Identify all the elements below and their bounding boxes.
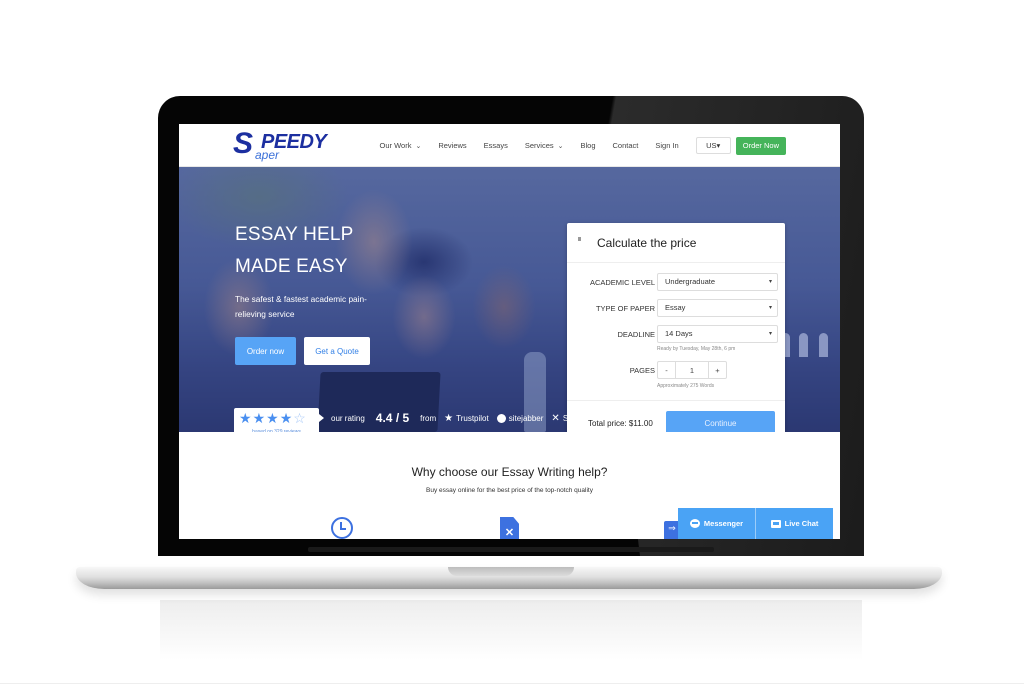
nav-label: Reviews — [438, 141, 467, 150]
chat-widget: Messenger Live Chat — [678, 508, 833, 539]
nav-blog[interactable]: Blog — [581, 141, 596, 150]
chat-bubble-icon — [770, 519, 781, 528]
chevron-down-icon: ⌄ — [557, 142, 564, 150]
pages-decrement-button[interactable]: - — [658, 362, 675, 378]
nav-label: Services — [524, 141, 554, 150]
caret-down-icon: ▾ — [768, 331, 772, 337]
speedypaper-logo[interactable]: S PEEDY aper — [233, 127, 327, 163]
pages-increment-button[interactable]: + — [709, 362, 726, 378]
rating-card[interactable]: ★ ★ ★ ★ ☆ based on 329 reviews — [234, 408, 319, 432]
type-of-paper-select[interactable]: Essay ▾ — [657, 299, 778, 317]
half-star-icon: ☆ — [293, 410, 306, 426]
hero-title-line2: MADE EASY — [235, 256, 348, 277]
pages-hint: Approximately 275 Words — [657, 383, 715, 389]
academic-level-label: ACADEMIC LEVEL — [589, 278, 655, 287]
nav-contact[interactable]: Contact — [613, 141, 639, 150]
why-section-subtitle: Buy essay online for the best price of t… — [426, 487, 593, 494]
caret-down-icon: ▾ — [768, 279, 772, 285]
divider — [0, 683, 1024, 684]
academic-level-select[interactable]: Undergraduate ▾ — [657, 273, 778, 291]
deadline-label: DEADLINE — [617, 330, 655, 339]
nav-services[interactable]: Services ⌄ — [525, 141, 564, 150]
order-now-button[interactable]: Order Now — [735, 136, 786, 155]
calculator-footer: Total price: $11.00 Continue — [567, 400, 785, 432]
clock-icon — [331, 517, 353, 539]
logo-paper: aper — [255, 148, 280, 162]
nav-label: Essays — [483, 141, 508, 150]
total-price: Total price: $11.00 — [588, 419, 653, 428]
price-calculator: Calculate the price ACADEMIC LEVEL Under… — [567, 223, 785, 432]
nav-label: Our Work — [379, 141, 412, 150]
star-icon: ★ — [239, 410, 252, 426]
deadline-select[interactable]: 14 Days ▾ — [657, 325, 778, 343]
laptop-notch — [448, 567, 574, 576]
live-chat-label: Live Chat — [784, 519, 819, 528]
type-of-paper-row: TYPE OF PAPER Essay ▾ — [567, 299, 785, 317]
source-trustpilot[interactable]: ★ Trustpilot — [444, 413, 489, 424]
deadline-row: DEADLINE 14 Days ▾ — [567, 325, 785, 343]
star-icon: ★ — [279, 410, 293, 426]
continue-button[interactable]: Continue — [666, 411, 775, 432]
get-quote-button[interactable]: Get a Quote — [304, 337, 370, 365]
order-now-hero-button[interactable]: Order now — [235, 337, 296, 365]
laptop-mockup: S PEEDY aper Our Work ⌄ Reviews Essays S… — [0, 0, 1024, 688]
select-value: 14 Days — [665, 329, 693, 338]
live-chat-button[interactable]: Live Chat — [755, 508, 833, 539]
star-icon: ★ — [444, 412, 454, 424]
source-sitejabber[interactable]: sitejabber — [496, 413, 544, 423]
laptop-reflection — [160, 600, 862, 660]
select-value: Essay — [665, 303, 686, 312]
nav-sign-in[interactable]: Sign In — [655, 141, 678, 150]
hero-subtitle: The safest & fastest academic pain-relie… — [235, 294, 367, 319]
pages-stepper: - 1 + — [657, 361, 727, 379]
calculator-header: Calculate the price — [567, 223, 785, 263]
document-icon: ✕ — [500, 517, 519, 539]
bezel-strip — [308, 547, 714, 552]
type-of-paper-label: TYPE OF PAPER — [595, 304, 655, 313]
from-label: from — [420, 413, 437, 423]
pages-input[interactable]: 1 — [675, 362, 709, 378]
rating-stars: ★ ★ ★ ★ ☆ — [239, 410, 306, 426]
nav-our-work[interactable]: Our Work ⌄ — [380, 141, 422, 150]
star-icon: ★ — [266, 410, 279, 426]
sitejabber-icon — [496, 413, 506, 423]
star-icon: ★ — [252, 410, 266, 426]
deadline-hint: Ready by Tuesday, May 28th, 6 pm — [657, 346, 736, 352]
messenger-label: Messenger — [703, 519, 744, 528]
hero-title-line1: ESSAY HELP — [235, 224, 354, 245]
messenger-icon — [689, 519, 700, 528]
rating-score: 4.4 / 5 — [375, 411, 410, 425]
nav-label: Sign In — [655, 141, 679, 150]
nav-label: Blog — [580, 141, 596, 150]
select-value: Undergraduate — [665, 277, 716, 286]
hero-section: ESSAY HELP MADE EASY The safest & fastes… — [179, 167, 840, 432]
nav-label: Contact — [612, 141, 639, 150]
rating-summary: our rating 4.4 / 5 from ★ Trustpilot sit… — [319, 410, 608, 426]
calculator-icon — [578, 237, 581, 241]
caret-down-icon: ▾ — [768, 305, 772, 311]
pages-row: PAGES - 1 + — [567, 361, 785, 379]
language-selector[interactable]: US▾ — [695, 137, 731, 154]
site-header: S PEEDY aper Our Work ⌄ Reviews Essays S… — [179, 124, 840, 167]
source-label: Trustpilot — [456, 413, 489, 423]
main-nav: Our Work ⌄ Reviews Essays Services ⌄ Blo… — [380, 124, 841, 167]
pages-label: PAGES — [629, 366, 655, 375]
scamfighter-icon: ✕ — [551, 412, 560, 424]
logo-s: S — [233, 127, 253, 160]
website-screen: S PEEDY aper Our Work ⌄ Reviews Essays S… — [179, 124, 840, 539]
nav-reviews[interactable]: Reviews — [438, 141, 466, 150]
nav-essays[interactable]: Essays — [484, 141, 508, 150]
chevron-down-icon: ⌄ — [415, 142, 422, 150]
messenger-button[interactable]: Messenger — [678, 508, 755, 539]
our-rating-label: our rating — [331, 413, 365, 423]
rating-review-count: based on 329 reviews — [252, 429, 301, 432]
why-section-title: Why choose our Essay Writing help? — [411, 465, 608, 479]
calculator-title: Calculate the price — [597, 236, 697, 250]
hero-title: ESSAY HELP MADE EASY — [235, 219, 354, 283]
academic-level-row: ACADEMIC LEVEL Undergraduate ▾ — [567, 273, 785, 291]
arrow-icon — [319, 414, 324, 422]
source-label: sitejabber — [508, 413, 544, 423]
